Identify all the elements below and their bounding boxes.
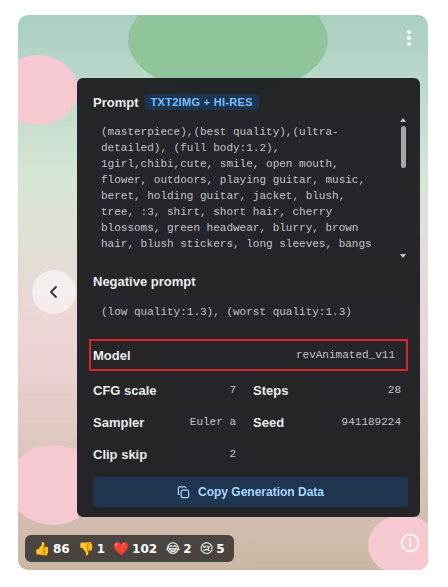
- negative-prompt-text[interactable]: (low quality:1.3), (worst quality:1.3): [93, 295, 408, 329]
- reaction-button[interactable]: 😂2: [162, 539, 195, 558]
- reaction-button[interactable]: 👎1: [75, 539, 108, 558]
- page: Prompt TXT2IMG + HI-RES (masterpiece),(bes…: [0, 0, 448, 587]
- reaction-button[interactable]: 👍86: [31, 539, 73, 558]
- generation-data-panel: Prompt TXT2IMG + HI-RES (masterpiece),(bes…: [77, 78, 420, 517]
- prompt-header: Prompt TXT2IMG + HI-RES: [93, 94, 408, 110]
- setting-value: Euler a: [175, 411, 243, 433]
- info-icon[interactable]: [400, 533, 420, 556]
- more-menu-icon[interactable]: [404, 27, 414, 52]
- scrollbar[interactable]: [398, 116, 408, 260]
- setting-value: 7: [175, 379, 243, 401]
- setting-label: Clip skip: [93, 447, 165, 462]
- copy-generation-data-button[interactable]: Copy Generation Data: [93, 477, 408, 507]
- setting-row: Model revAnimated_v11: [89, 339, 408, 371]
- setting-label: Model: [93, 348, 149, 363]
- reaction-button[interactable]: ❤️102: [110, 539, 160, 558]
- setting-value: 28: [313, 379, 408, 401]
- setting-value: revAnimated_v11: [161, 344, 402, 366]
- generation-type-badge: TXT2IMG + HI-RES: [145, 94, 259, 110]
- setting-label: Steps: [253, 383, 303, 398]
- image-card: Prompt TXT2IMG + HI-RES (masterpiece),(bes…: [18, 15, 428, 570]
- setting-label: CFG scale: [93, 383, 165, 398]
- setting-value: 2: [175, 443, 243, 465]
- setting-value: 941189224: [313, 411, 408, 433]
- prompt-text[interactable]: (masterpiece),(best quality),(ultra-deta…: [93, 116, 408, 260]
- reactions-bar: 👍86👎1❤️102😂2😢5: [25, 535, 234, 562]
- copy-icon: [177, 486, 190, 499]
- reaction-button[interactable]: 😢5: [197, 539, 228, 558]
- negative-prompt-label: Negative prompt: [93, 274, 408, 289]
- previous-arrow-icon[interactable]: [32, 270, 76, 314]
- prompt-label: Prompt: [93, 95, 139, 110]
- setting-label: Seed: [253, 415, 303, 430]
- setting-label: Sampler: [93, 415, 165, 430]
- settings-grid: CFG scale 7 Steps 28 Sampler Euler a Seed 94118…: [93, 379, 408, 465]
